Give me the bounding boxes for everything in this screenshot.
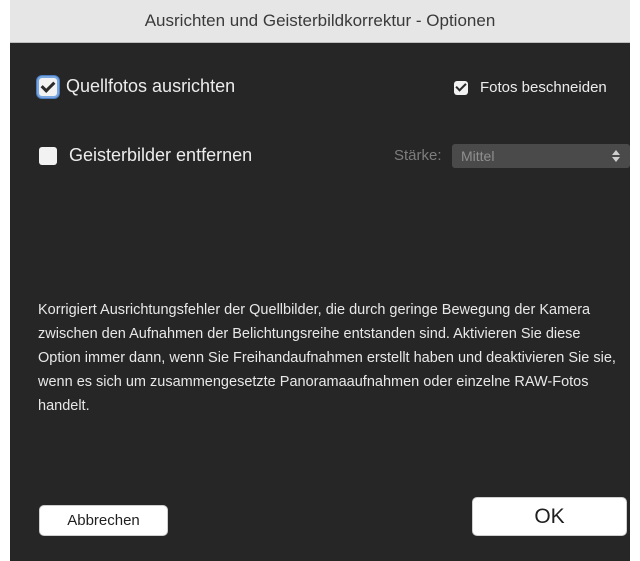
crop-photos-checkbox-box[interactable] xyxy=(454,80,468,95)
description-text: Korrigiert Ausrichtungsfehler der Quellb… xyxy=(38,302,616,414)
options-dialog: Ausrichten und Geisterbildkorrektur - Op… xyxy=(10,0,630,561)
remove-ghosts-label: Geisterbilder entfernen xyxy=(69,145,253,165)
strength-label: Stärke: xyxy=(394,147,442,164)
strength-select[interactable]: Mittel xyxy=(452,144,630,168)
cancel-button[interactable]: Abbrechen xyxy=(39,505,168,536)
align-source-checkbox-box[interactable] xyxy=(39,77,57,96)
crop-photos-label: Fotos beschneiden xyxy=(480,79,607,96)
align-source-label: Quellfotos ausrichten xyxy=(66,76,236,96)
strength-select-value: Mittel xyxy=(461,148,495,164)
remove-ghosts-checkbox[interactable]: Geisterbilder entfernen xyxy=(39,145,252,166)
crop-photos-checkbox[interactable]: Fotos beschneiden xyxy=(454,79,607,96)
remove-ghosts-checkbox-box[interactable] xyxy=(39,146,57,165)
dialog-title: Ausrichten und Geisterbildkorrektur - Op… xyxy=(10,0,630,43)
chevron-up-down-icon xyxy=(612,148,620,164)
align-source-checkbox[interactable]: Quellfotos ausrichten xyxy=(39,76,235,97)
ok-button[interactable]: OK xyxy=(472,497,627,536)
